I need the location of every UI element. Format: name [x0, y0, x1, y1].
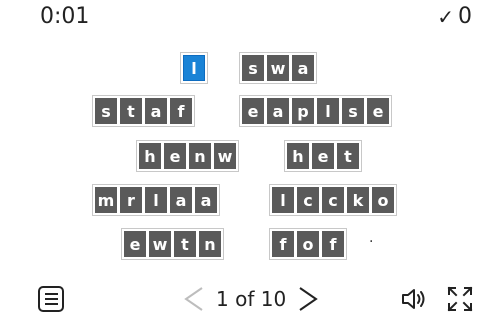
word-group: s t a f — [92, 95, 195, 127]
page-indicator: 1 of 10 — [216, 287, 287, 311]
trailing-punctuation: · — [369, 234, 374, 250]
letter-tile[interactable]: w — [214, 143, 236, 169]
letter-tile[interactable]: w — [149, 231, 171, 257]
chevron-right-icon[interactable] — [296, 286, 320, 312]
letter-tile[interactable]: s — [242, 55, 264, 81]
letter-tile[interactable]: e — [164, 143, 186, 169]
word-group: l — [180, 52, 208, 84]
letter-tile[interactable]: e — [312, 143, 334, 169]
letter-tile[interactable]: e — [242, 98, 264, 124]
letter-tile[interactable]: l — [145, 187, 167, 213]
fullscreen-icon[interactable] — [446, 285, 474, 313]
letter-tile[interactable]: f — [322, 231, 344, 257]
word-row: m r l a a l c c k o — [0, 184, 504, 218]
word-group: s w a — [239, 52, 317, 84]
letter-tile[interactable]: e — [124, 231, 146, 257]
word-row: l s w a — [0, 52, 504, 86]
bottom-toolbar: 1 of 10 — [0, 282, 504, 316]
letter-tile[interactable]: h — [139, 143, 161, 169]
word-row: e w t n f o f · — [0, 228, 504, 262]
word-group: f o f — [269, 228, 347, 260]
word-row: h e n w h e t — [0, 140, 504, 174]
score-value: 0 — [458, 4, 472, 29]
word-group: h e t — [284, 140, 362, 172]
letter-tile[interactable]: l — [183, 55, 205, 81]
letter-tile[interactable]: a — [267, 98, 289, 124]
letter-tile[interactable]: a — [170, 187, 192, 213]
chevron-left-icon[interactable] — [182, 286, 206, 312]
word-group: m r l a a — [92, 184, 220, 216]
letter-tile[interactable]: n — [189, 143, 211, 169]
letter-tile[interactable]: a — [195, 187, 217, 213]
letter-tile[interactable]: c — [322, 187, 344, 213]
letter-tile[interactable]: w — [267, 55, 289, 81]
letter-tile[interactable]: k — [347, 187, 369, 213]
letter-tile[interactable]: o — [297, 231, 319, 257]
letter-tile[interactable]: f — [272, 231, 294, 257]
letter-tile[interactable]: t — [337, 143, 359, 169]
letter-tile[interactable]: l — [317, 98, 339, 124]
letter-tile[interactable]: p — [292, 98, 314, 124]
letter-tile[interactable]: e — [367, 98, 389, 124]
menu-icon[interactable] — [38, 286, 64, 312]
letter-tile[interactable]: t — [174, 231, 196, 257]
letter-tile[interactable]: s — [95, 98, 117, 124]
letter-tile[interactable]: l — [272, 187, 294, 213]
letter-tile[interactable]: r — [120, 187, 142, 213]
letter-tile[interactable]: m — [95, 187, 117, 213]
word-group: e w t n — [121, 228, 224, 260]
letter-tile[interactable]: n — [199, 231, 221, 257]
letter-tile[interactable]: t — [120, 98, 142, 124]
letter-tile[interactable]: a — [145, 98, 167, 124]
check-icon: ✓ — [437, 4, 454, 29]
score-display: ✓ 0 — [437, 4, 472, 29]
letter-tile[interactable]: c — [297, 187, 319, 213]
word-group: l c c k o — [269, 184, 397, 216]
timer: 0:01 — [40, 4, 90, 29]
letter-tile[interactable]: s — [342, 98, 364, 124]
letter-tile[interactable]: f — [170, 98, 192, 124]
speaker-icon[interactable] — [400, 286, 430, 312]
letter-tile[interactable]: h — [287, 143, 309, 169]
letter-tile[interactable]: o — [372, 187, 394, 213]
word-group: h e n w — [136, 140, 239, 172]
pager: 1 of 10 — [182, 282, 320, 316]
word-group: e a p l s e — [239, 95, 392, 127]
letter-tile[interactable]: a — [292, 55, 314, 81]
word-row: s t a f e a p l s e — [0, 95, 504, 129]
